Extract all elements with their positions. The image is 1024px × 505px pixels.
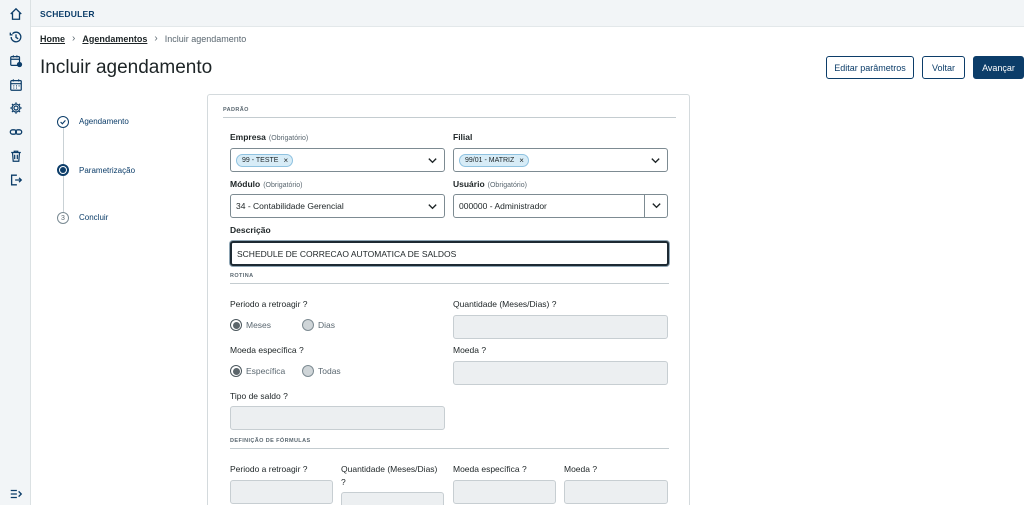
step-concluir[interactable]: Concluir <box>79 213 108 222</box>
step-parametrizacao[interactable]: Parametrização <box>79 166 135 175</box>
chevron-down-icon[interactable] <box>427 201 438 212</box>
quantidade-label: Quantidade (Meses/Dias) ? <box>453 299 557 309</box>
descricao-value: SCHEDULE DE CORRECAO AUTOMATICA DE SALDO… <box>237 248 457 259</box>
chevron-down-icon <box>652 203 661 209</box>
modulo-value: 34 - Contabilidade Gerencial <box>236 201 344 211</box>
usuario-combo[interactable]: 000000 - Administrador <box>453 194 668 218</box>
chevron-right-icon: › <box>154 33 158 44</box>
section-divider <box>230 448 669 449</box>
filial-select[interactable]: 99/01 - MATRIZ × <box>453 148 668 172</box>
section-divider <box>230 283 669 284</box>
empresa-chip: 99 - TESTE × <box>236 153 294 167</box>
step-done-icon[interactable] <box>57 116 69 128</box>
radio-meses[interactable]: Meses <box>230 319 271 331</box>
breadcrumb-current: Incluir agendamento <box>164 33 247 44</box>
link-icon[interactable] <box>8 124 23 139</box>
empresa-label: Empresa (Obrigatório) <box>230 132 309 142</box>
section-divider <box>223 117 676 118</box>
close-icon[interactable]: × <box>283 156 288 165</box>
modulo-select[interactable]: 34 - Contabilidade Gerencial <box>230 194 445 218</box>
f-periodo-label: Periodo a retroagir ? <box>230 464 308 474</box>
tipo-saldo-label: Tipo de saldo ? <box>230 391 288 401</box>
logout-icon[interactable] <box>8 172 23 187</box>
breadcrumb-home[interactable]: Home <box>40 34 65 44</box>
chevron-right-icon: › <box>72 33 76 44</box>
empresa-select[interactable]: 99 - TESTE × <box>230 148 445 172</box>
usuario-label: Usuário (Obrigatório) <box>453 179 527 189</box>
f-quantidade-label: Quantidade (Meses/Dias) <box>341 464 438 474</box>
moeda-input[interactable] <box>453 361 668 385</box>
edit-params-button[interactable]: Editar parâmetros <box>826 56 914 79</box>
app-header: SCHEDULER <box>31 0 1024 27</box>
f-quantidade-label-q: ? <box>341 477 346 487</box>
radio-especifica[interactable]: Específica <box>230 365 285 377</box>
f-quantidade-input[interactable] <box>341 492 444 505</box>
step-active-icon[interactable] <box>57 164 69 176</box>
step-number[interactable]: 3 <box>57 212 69 224</box>
periodo-label: Periodo a retroagir ? <box>230 299 308 309</box>
f-moeda-especifica-label: Moeda específica ? <box>453 464 527 474</box>
breadcrumb: Home › Agendamentos › Incluir agendament… <box>40 33 246 44</box>
side-navigation <box>0 0 31 505</box>
descricao-label: Descrição <box>230 225 271 235</box>
close-icon[interactable]: × <box>519 156 524 165</box>
radio-todas[interactable]: Todas <box>302 365 341 377</box>
trash-icon[interactable] <box>8 148 23 163</box>
moeda-especifica-label: Moeda específica ? <box>230 345 304 355</box>
step-agendamento[interactable]: Agendamento <box>79 117 129 126</box>
usuario-value: 000000 - Administrador <box>459 201 547 211</box>
radio-dias[interactable]: Dias <box>302 319 335 331</box>
calendar-icon[interactable] <box>8 77 23 92</box>
form-card: PADRÃO Empresa (Obrigatório) 99 - TESTE × … <box>207 94 690 505</box>
tipo-saldo-input[interactable] <box>230 406 445 430</box>
app-title: SCHEDULER <box>40 9 95 19</box>
page-title: Incluir agendamento <box>40 57 213 78</box>
f-moeda-label: Moeda ? <box>564 464 598 474</box>
f-periodo-input[interactable] <box>230 480 333 504</box>
quantidade-input[interactable] <box>453 315 668 339</box>
usuario-dropdown-toggle[interactable] <box>644 195 667 217</box>
breadcrumb-agendamentos[interactable]: Agendamentos <box>82 34 147 44</box>
home-icon[interactable] <box>8 6 23 21</box>
expand-menu-icon[interactable] <box>8 486 23 501</box>
gear-icon[interactable] <box>8 100 23 115</box>
moeda-label: Moeda ? <box>453 345 487 355</box>
back-button[interactable]: Voltar <box>922 56 965 79</box>
section-title-rotina: ROTINA <box>230 273 254 279</box>
filial-chip: 99/01 - MATRIZ × <box>459 153 529 167</box>
descricao-input[interactable]: SCHEDULE DE CORRECAO AUTOMATICA DE SALDO… <box>230 241 669 266</box>
modulo-label: Módulo (Obrigatório) <box>230 179 303 189</box>
f-moeda-input[interactable] <box>564 480 668 504</box>
chevron-down-icon[interactable] <box>650 155 661 166</box>
next-button[interactable]: Avançar <box>973 56 1024 79</box>
history-icon[interactable] <box>8 29 23 44</box>
f-moeda-especifica-input[interactable] <box>453 480 556 504</box>
filial-label: Filial <box>453 132 473 142</box>
chevron-down-icon[interactable] <box>427 155 438 166</box>
section-title-formulas: DEFINIÇÃO DE FÓRMULAS <box>230 438 311 444</box>
calendar-add-icon[interactable] <box>8 53 23 68</box>
section-title-padrao: PADRÃO <box>223 107 249 113</box>
